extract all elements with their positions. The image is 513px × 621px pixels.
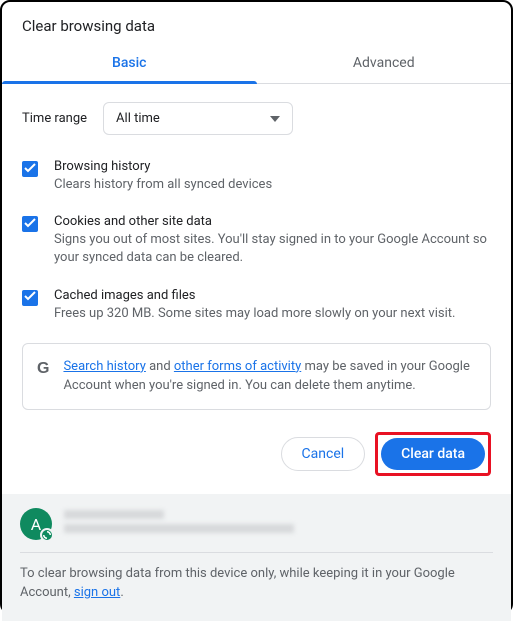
chevron-down-icon [270, 111, 280, 126]
time-range-value: All time [116, 111, 160, 126]
tabs: Basic Advanced [2, 45, 511, 84]
option-cookies: Cookies and other site data Signs you ou… [22, 214, 491, 267]
other-activity-link[interactable]: other forms of activity [174, 359, 301, 374]
time-range-label: Time range [22, 111, 87, 126]
info-mid: and [146, 359, 174, 374]
tab-basic[interactable]: Basic [2, 45, 257, 83]
checkbox-cookies[interactable] [22, 216, 38, 232]
cancel-button[interactable]: Cancel [281, 437, 366, 471]
account-row: A [20, 508, 493, 540]
option-title: Browsing history [54, 159, 272, 174]
time-range-row: Time range All time [22, 102, 491, 135]
clear-data-button[interactable]: Clear data [381, 438, 485, 470]
option-title: Cached images and files [54, 288, 455, 303]
google-icon: G [37, 360, 49, 378]
divider [20, 552, 493, 553]
footer-text: To clear browsing data from this device … [20, 565, 493, 603]
footer: A To clear browsing data from this devic… [2, 494, 511, 621]
info-box: G Search history and other forms of acti… [22, 343, 491, 411]
check-icon [24, 162, 36, 177]
avatar[interactable]: A [20, 508, 52, 540]
option-desc: Clears history from all synced devices [54, 176, 272, 194]
highlight-box: Clear data [375, 432, 491, 476]
search-history-link[interactable]: Search history [63, 359, 145, 374]
info-text: Search history and other forms of activi… [63, 358, 476, 396]
option-browsing-history: Browsing history Clears history from all… [22, 159, 491, 194]
option-title: Cookies and other site data [54, 214, 491, 229]
check-icon [24, 217, 36, 232]
sign-out-link[interactable]: sign out [74, 585, 120, 600]
checkbox-cache[interactable] [22, 290, 38, 306]
footer-text-end: . [120, 585, 123, 600]
checkbox-browsing-history[interactable] [22, 161, 38, 177]
dialog-title: Clear browsing data [2, 2, 511, 45]
account-info-redacted [64, 510, 493, 538]
check-icon [24, 290, 36, 305]
option-desc: Frees up 320 MB. Some sites may load mor… [54, 305, 455, 323]
tab-advanced[interactable]: Advanced [257, 45, 512, 83]
time-range-select[interactable]: All time [103, 102, 293, 135]
dialog-content: Time range All time Browsing history Cle… [2, 84, 511, 410]
option-desc: Signs you out of most sites. You'll stay… [54, 231, 491, 267]
dialog-actions: Cancel Clear data [2, 410, 511, 494]
sync-icon [40, 528, 54, 542]
option-cache: Cached images and files Frees up 320 MB.… [22, 288, 491, 323]
